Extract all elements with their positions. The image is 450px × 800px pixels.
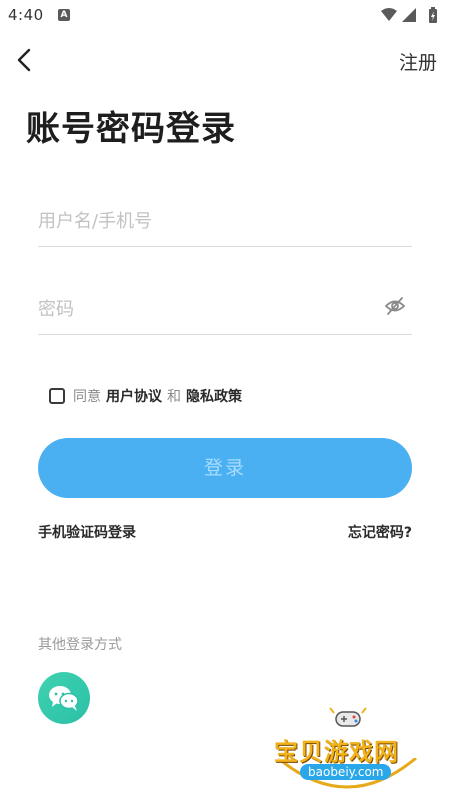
status-bar: 4:40 A xyxy=(0,0,450,32)
username-field xyxy=(38,196,412,247)
wechat-icon xyxy=(49,686,79,711)
privacy-policy-link[interactable]: 隐私政策 xyxy=(186,386,242,406)
page-title: 账号密码登录 xyxy=(26,109,236,149)
sms-login-link[interactable]: 手机验证码登录 xyxy=(38,522,136,542)
agreement-prefix: 同意 xyxy=(73,389,101,405)
notification-badge-icon: A xyxy=(58,9,70,21)
password-field xyxy=(38,284,412,335)
forgot-password-link[interactable]: 忘记密码? xyxy=(348,522,412,542)
password-visibility-toggle[interactable] xyxy=(384,295,406,317)
back-button[interactable] xyxy=(14,46,38,74)
watermark: 宝贝游戏网 baobeiy.com xyxy=(272,702,422,800)
eye-off-icon xyxy=(384,297,406,315)
chevron-left-icon xyxy=(17,48,31,72)
user-agreement-link[interactable]: 用户协议 xyxy=(106,386,162,406)
agreement-row: 同意 用户协议 和 隐私政策 xyxy=(49,386,247,406)
status-time: 4:40 xyxy=(8,6,44,24)
status-icons xyxy=(380,7,442,25)
watermark-site-name: 宝贝游戏网 xyxy=(274,738,399,766)
wifi-icon xyxy=(381,8,397,21)
username-input[interactable] xyxy=(38,204,368,238)
agreement-and: 和 xyxy=(167,389,181,405)
register-link[interactable]: 注册 xyxy=(399,48,437,75)
other-login-label: 其他登录方式 xyxy=(38,637,122,653)
login-screen: 4:40 A 注册 账号密码登录 用户名/手机号 同意 用户协议 和 隐私政策 … xyxy=(0,0,450,800)
login-button[interactable]: 登录 xyxy=(38,438,412,498)
gamepad-icon xyxy=(329,707,367,727)
battery-icon xyxy=(429,7,437,23)
signal-icon xyxy=(402,8,416,22)
password-input[interactable] xyxy=(38,292,368,326)
watermark-url: baobeiy.com xyxy=(300,764,392,780)
wechat-login-button[interactable] xyxy=(38,672,90,724)
agreement-checkbox[interactable] xyxy=(49,388,65,404)
